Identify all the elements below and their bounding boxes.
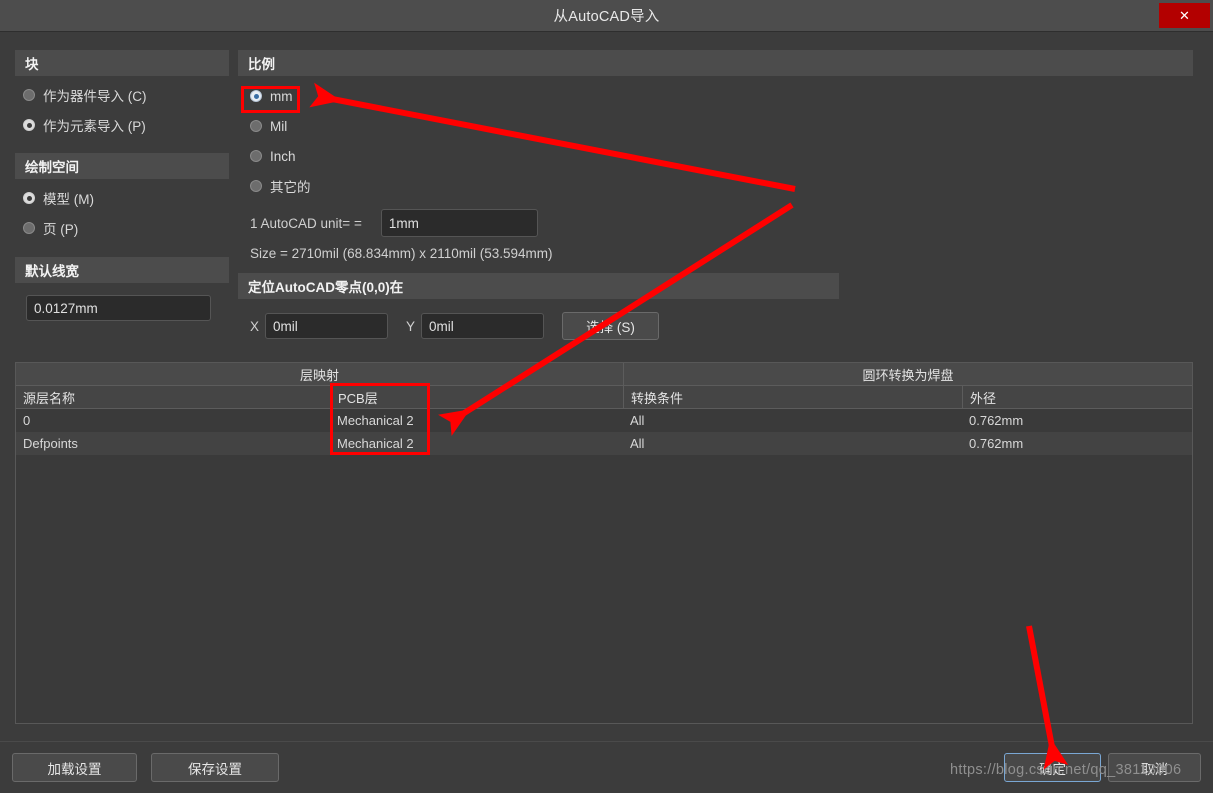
- radio-icon: [250, 150, 262, 162]
- default-line-width-group-header: 默认线宽: [15, 257, 229, 283]
- radio-icon: [250, 180, 262, 192]
- column-header-condition[interactable]: 转换条件: [623, 386, 962, 408]
- size-readout: Size = 2710mil (68.834mm) x 2110mil (53.…: [250, 246, 553, 261]
- load-settings-button[interactable]: 加载设置: [12, 753, 137, 782]
- ok-button[interactable]: 确定: [1004, 753, 1101, 782]
- drawing-space-group-header: 绘制空间: [15, 153, 229, 179]
- radio-label: 作为元素导入 (P): [43, 119, 146, 134]
- scale-group-header: 比例: [238, 50, 1193, 76]
- footer-bar: 加载设置 保存设置 确定 取消: [0, 741, 1213, 793]
- radio-label: Mil: [270, 118, 288, 134]
- radio-import-as-primitive[interactable]: 作为元素导入 (P): [23, 110, 229, 140]
- radio-label: Inch: [270, 148, 296, 164]
- block-group-header: 块: [15, 50, 229, 76]
- cell-pcb-layer[interactable]: Mechanical 2: [330, 409, 623, 432]
- cell-source-layer[interactable]: 0: [16, 409, 330, 432]
- origin-x-input[interactable]: 0mil: [265, 313, 389, 339]
- radio-unit-mil[interactable]: Mil: [250, 111, 1193, 141]
- table-group-header-layer-mapping: 层映射: [299, 367, 339, 383]
- cell-pcb-layer[interactable]: Mechanical 2: [330, 432, 623, 455]
- origin-y-input[interactable]: 0mil: [421, 313, 545, 339]
- radio-unit-inch[interactable]: Inch: [250, 141, 1193, 171]
- import-from-autocad-dialog: 从AutoCAD导入 ✕ 块 作为器件导入 (C) 作为元素导入 (P) 绘制空…: [0, 0, 1213, 793]
- origin-group-header: 定位AutoCAD零点(0,0)在: [238, 273, 839, 299]
- table-top-header-row: 层映射 圆环转换为焊盘: [16, 363, 1192, 386]
- radio-model-space[interactable]: 模型 (M): [23, 183, 229, 213]
- left-column: 块 作为器件导入 (C) 作为元素导入 (P) 绘制空间 模型 (M) 页 (P…: [15, 50, 229, 321]
- autocad-unit-input[interactable]: 1mm: [380, 209, 538, 237]
- radio-icon: [23, 89, 35, 101]
- cell-outer-diameter[interactable]: 0.762mm: [962, 409, 1192, 432]
- radio-unit-other[interactable]: 其它的: [250, 171, 1193, 201]
- column-header-outer-diameter[interactable]: 外径: [962, 386, 1192, 408]
- radio-icon: [250, 90, 262, 102]
- radio-paper-space[interactable]: 页 (P): [23, 213, 229, 243]
- close-icon[interactable]: ✕: [1159, 3, 1210, 28]
- title-bar: 从AutoCAD导入 ✕: [0, 0, 1213, 31]
- radio-icon: [23, 192, 35, 204]
- cell-condition[interactable]: All: [623, 409, 962, 432]
- dialog-body: 块 作为器件导入 (C) 作为元素导入 (P) 绘制空间 模型 (M) 页 (P…: [0, 31, 1213, 741]
- radio-label: 其它的: [270, 180, 311, 195]
- layer-mapping-table[interactable]: 层映射 圆环转换为焊盘 源层名称 PCB层 转换条件 外径 0 Mechanic…: [15, 362, 1193, 724]
- table-row[interactable]: 0 Mechanical 2 All 0.762mm: [16, 409, 1192, 432]
- autocad-unit-label: 1 AutoCAD unit= =: [250, 215, 362, 231]
- right-column: 比例 mm Mil Inch 其它的 1 AutoCAD unit= = 1mm…: [238, 50, 1193, 340]
- radio-icon: [23, 222, 35, 234]
- radio-label: 作为器件导入 (C): [43, 89, 147, 104]
- table-row[interactable]: Defpoints Mechanical 2 All 0.762mm: [16, 432, 1192, 455]
- page-title: 从AutoCAD导入: [553, 9, 660, 25]
- save-settings-button[interactable]: 保存设置: [151, 753, 279, 782]
- radio-import-as-component[interactable]: 作为器件导入 (C): [23, 80, 229, 110]
- radio-icon: [250, 120, 262, 132]
- radio-label: 页 (P): [43, 222, 79, 237]
- origin-x-label: X: [250, 318, 260, 334]
- radio-label: 模型 (M): [43, 192, 94, 207]
- radio-unit-mm[interactable]: mm: [250, 81, 1193, 111]
- column-header-source-layer[interactable]: 源层名称: [16, 386, 330, 408]
- table-column-header-row: 源层名称 PCB层 转换条件 外径: [16, 386, 1192, 409]
- column-header-pcb-layer[interactable]: PCB层: [330, 386, 623, 408]
- select-origin-button[interactable]: 选择 (S): [562, 312, 660, 340]
- default-line-width-input[interactable]: 0.0127mm: [26, 295, 211, 321]
- table-group-header-ring-to-pad: 圆环转换为焊盘: [623, 363, 1192, 385]
- cell-outer-diameter[interactable]: 0.762mm: [962, 432, 1192, 455]
- origin-y-label: Y: [406, 318, 416, 334]
- radio-label: mm: [270, 88, 293, 104]
- radio-icon: [23, 119, 35, 131]
- cancel-button[interactable]: 取消: [1108, 753, 1201, 782]
- cell-source-layer[interactable]: Defpoints: [16, 432, 330, 455]
- cell-condition[interactable]: All: [623, 432, 962, 455]
